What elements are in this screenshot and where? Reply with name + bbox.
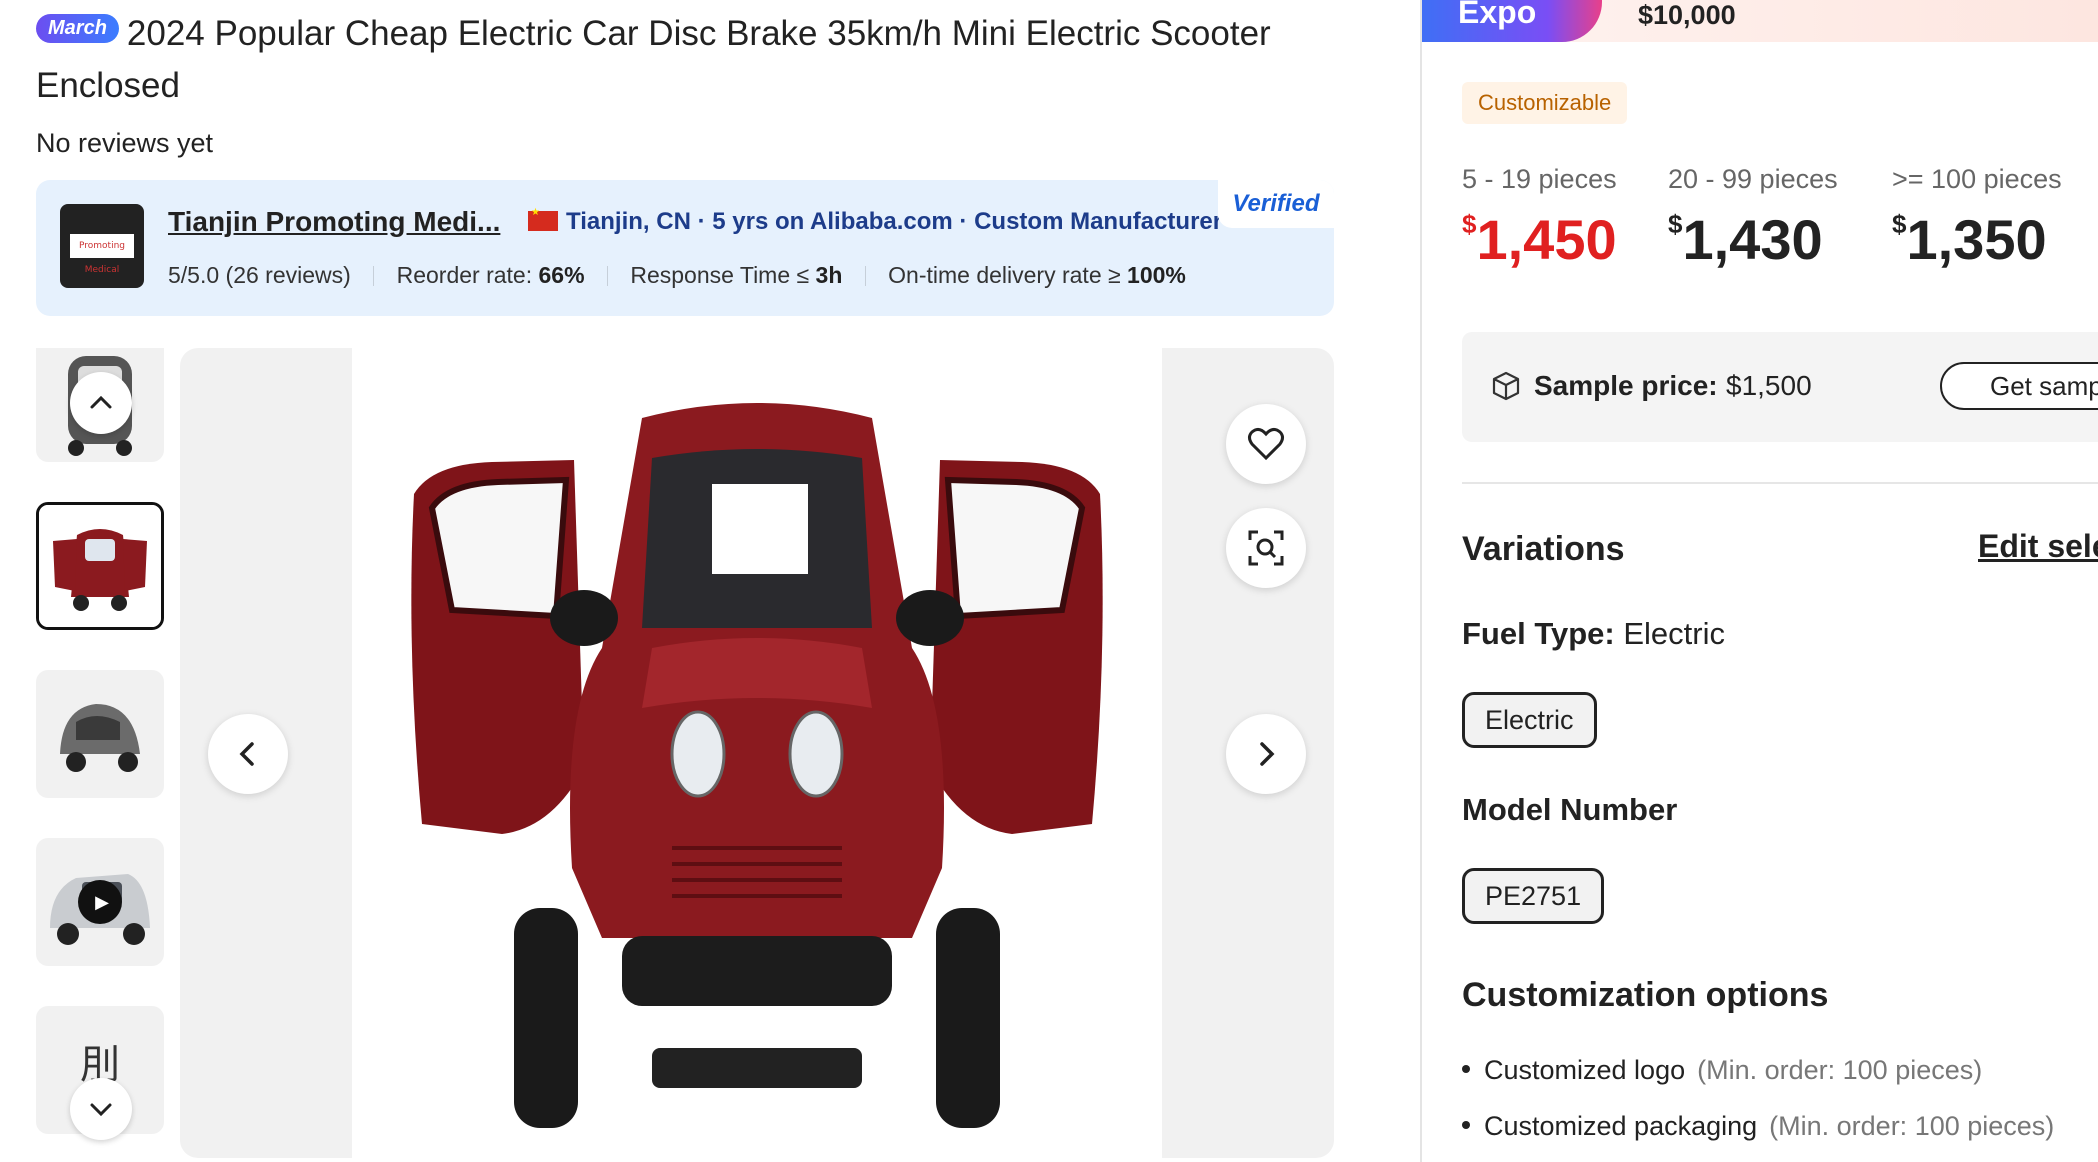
customization-name: Customized packaging bbox=[1484, 1111, 1758, 1141]
customization-title: Customization options bbox=[1462, 976, 1829, 1014]
model-number-label: Model Number bbox=[1462, 792, 1677, 828]
thumbnail-car-image bbox=[60, 704, 140, 772]
fuel-type-label: Fuel Type: Electric bbox=[1462, 616, 1725, 652]
reorder-label: Reorder rate: bbox=[396, 262, 533, 288]
tier-price: $1,450 bbox=[1462, 207, 1617, 272]
expo-price: $10,000 bbox=[1638, 0, 1736, 30]
divider bbox=[864, 266, 866, 286]
product-right-column: Expo $10,000 Customizable 5 - 19 pieces … bbox=[1422, 0, 2098, 1162]
fuel-type-option-electric[interactable]: Electric bbox=[1462, 692, 1597, 748]
edit-selections-link[interactable]: Edit selections bbox=[1978, 528, 2098, 565]
price-tier-2: 20 - 99 pieces $1,430 bbox=[1668, 164, 1838, 272]
price-tier-1: 5 - 19 pieces $1,450 bbox=[1462, 164, 1617, 272]
customization-list: Customized logo (Min. order: 100 pieces) … bbox=[1462, 1050, 2098, 1162]
supplier-card: Promoting Medical Tianjin Promoting Medi… bbox=[36, 180, 1334, 316]
sample-price-box: Sample price: $1,500 Get samples bbox=[1462, 332, 2098, 442]
list-item: Customized logo (Min. order: 100 pieces) bbox=[1462, 1050, 2098, 1106]
favorite-button[interactable] bbox=[1226, 404, 1306, 484]
heart-icon bbox=[1248, 427, 1284, 461]
product-left-column: March 2024 Popular Cheap Electric Car Dis… bbox=[0, 0, 1420, 1162]
thumbnail-2[interactable] bbox=[36, 502, 164, 630]
verified-badge[interactable]: Verified bbox=[1218, 180, 1334, 228]
march-badge: March bbox=[36, 14, 119, 43]
bullet bbox=[1462, 1065, 1470, 1073]
currency-symbol: $ bbox=[1668, 209, 1683, 239]
tier-price-value: 1,450 bbox=[1476, 208, 1617, 271]
get-samples-button[interactable]: Get samples bbox=[1940, 362, 2098, 410]
tier-quantity: 20 - 99 pieces bbox=[1668, 164, 1838, 194]
expo-tag: Expo bbox=[1422, 0, 1602, 42]
thumbnail-strip: ▶ 刖 bbox=[36, 348, 164, 1162]
china-flag-icon bbox=[528, 207, 558, 231]
section-divider bbox=[1462, 482, 2098, 484]
customization-note: (Min. order: 100 pieces) bbox=[1769, 1111, 2055, 1141]
supplier-location: Tianjin, CN bbox=[566, 208, 691, 235]
list-item: Customized packaging (Min. order: 100 pie… bbox=[1462, 1106, 2098, 1162]
supplier-name-link[interactable]: Tianjin Promoting Medi... bbox=[168, 206, 500, 238]
divider bbox=[606, 266, 608, 286]
response-label: Response Time ≤ bbox=[630, 262, 810, 288]
ontime-label: On-time delivery rate ≥ bbox=[888, 262, 1121, 288]
image-prev-button[interactable] bbox=[208, 714, 288, 794]
currency-symbol: $ bbox=[1892, 209, 1907, 239]
supplier-years: 5 yrs on Alibaba.com bbox=[712, 208, 953, 235]
thumbnail-3[interactable] bbox=[36, 670, 164, 798]
thumbnails-up-button[interactable] bbox=[70, 372, 132, 434]
fuel-type-key: Fuel Type: bbox=[1462, 616, 1615, 651]
tier-price: $1,430 bbox=[1668, 207, 1838, 272]
chevron-left-icon bbox=[239, 742, 254, 766]
model-number-option[interactable]: PE2751 bbox=[1462, 868, 1605, 924]
electric-car-image bbox=[411, 403, 1103, 1128]
chevron-down-icon bbox=[90, 1103, 112, 1117]
currency-symbol: $ bbox=[1462, 209, 1477, 239]
supplier-stats: 5/5.0 (26 reviews) Reorder rate: 66% Res… bbox=[168, 262, 1186, 289]
supplier-meta: Tianjin, CN · 5 yrs on Alibaba.com · Cus… bbox=[528, 207, 1223, 236]
image-next-button[interactable] bbox=[1226, 714, 1306, 794]
variations-title: Variations bbox=[1462, 530, 1625, 568]
chevron-up-icon bbox=[90, 395, 112, 409]
thumbnail-video[interactable]: ▶ bbox=[36, 838, 164, 966]
expo-banner[interactable]: Expo $10,000 bbox=[1422, 0, 2098, 42]
image-search-button[interactable] bbox=[1226, 508, 1306, 588]
fuel-type-value: Electric bbox=[1623, 616, 1725, 651]
bullet bbox=[1462, 1121, 1470, 1129]
tier-price: $1,350 bbox=[1892, 207, 2062, 272]
customization-note: (Min. order: 100 pieces) bbox=[1697, 1055, 1983, 1085]
sample-price-value: $1,500 bbox=[1726, 370, 1812, 401]
ontime-value: 100% bbox=[1127, 262, 1186, 288]
chevron-right-icon bbox=[1260, 742, 1275, 766]
box-icon bbox=[1492, 371, 1520, 401]
response-value: 3h bbox=[815, 262, 843, 288]
tier-quantity: >= 100 pieces bbox=[1892, 164, 2062, 194]
tier-price-value: 1,430 bbox=[1682, 208, 1823, 271]
tier-price-value: 1,350 bbox=[1906, 208, 2047, 271]
divider bbox=[373, 266, 375, 286]
sample-price-label: Sample price: bbox=[1534, 370, 1718, 401]
reviews-status: No reviews yet bbox=[36, 128, 214, 158]
image-search-icon bbox=[1248, 530, 1284, 566]
play-icon: ▶ bbox=[78, 880, 122, 924]
product-title-row: March 2024 Popular Cheap Electric Car Dis… bbox=[36, 8, 1336, 112]
supplier-rating: 5/5.0 bbox=[168, 262, 220, 288]
customization-name: Customized logo bbox=[1484, 1055, 1686, 1085]
supplier-type: Custom Manufacturer bbox=[974, 208, 1223, 235]
model-number-key: Model Number bbox=[1462, 792, 1678, 827]
thumbnails-down-button[interactable] bbox=[70, 1078, 132, 1140]
thumbnail-car-image bbox=[39, 505, 161, 627]
supplier-logo[interactable]: Promoting Medical bbox=[60, 204, 144, 288]
supplier-logo-text: Promoting Medical bbox=[70, 234, 134, 275]
price-tier-3: >= 100 pieces $1,350 bbox=[1892, 164, 2062, 272]
main-product-image[interactable] bbox=[180, 348, 1334, 1158]
tier-quantity: 5 - 19 pieces bbox=[1462, 164, 1617, 194]
product-title: 2024 Popular Cheap Electric Car Disc Bra… bbox=[36, 14, 1271, 105]
customizable-tag: Customizable bbox=[1462, 82, 1628, 124]
reorder-value: 66% bbox=[538, 262, 585, 288]
supplier-rating-count: (26 reviews) bbox=[225, 262, 351, 288]
